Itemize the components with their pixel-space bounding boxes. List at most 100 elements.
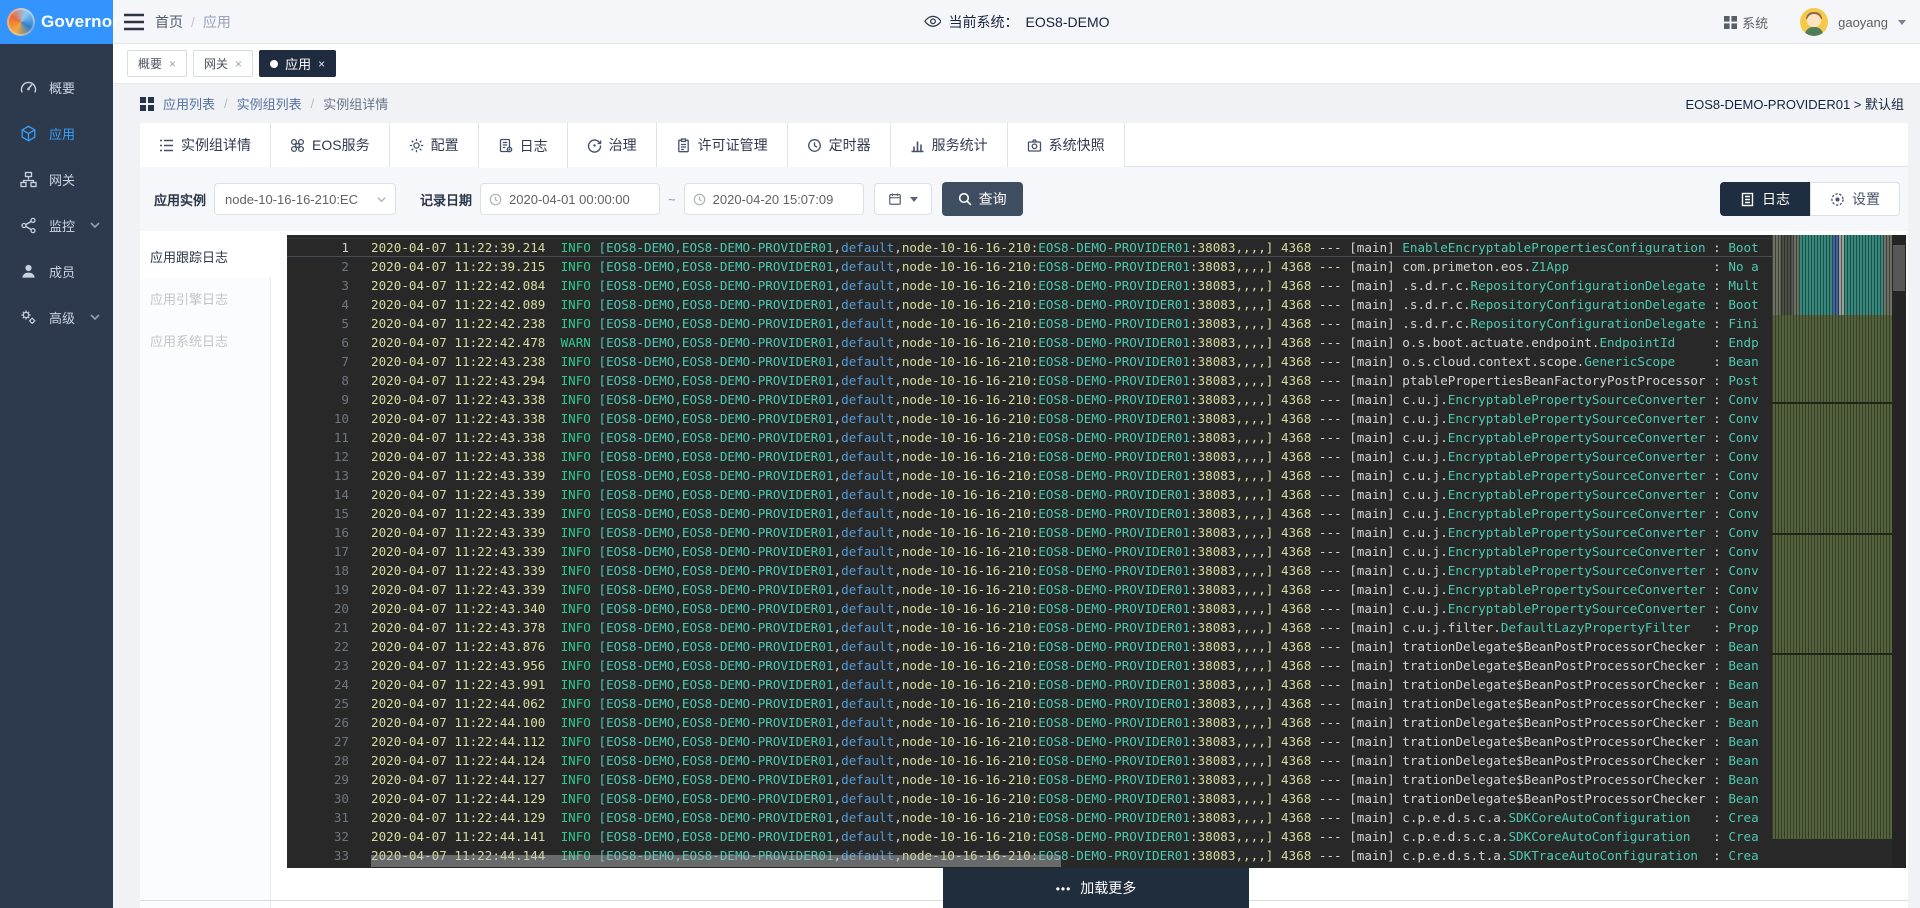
date-from-input[interactable]: 2020-04-01 00:00:00 bbox=[480, 183, 660, 215]
log-tab-应用跟踪日志[interactable]: 应用跟踪日志 bbox=[140, 235, 272, 277]
log-line: 222020-04-07 11:22:43.876 INFO [EOS8-DEM… bbox=[287, 637, 1906, 656]
view-switch: 日志 设置 bbox=[1720, 182, 1900, 216]
sidebar-item-label: 应用 bbox=[49, 124, 75, 143]
card-tab-系统快照[interactable]: 系统快照 bbox=[1008, 123, 1125, 167]
sidebar-item-网关[interactable]: 网关 bbox=[0, 156, 113, 202]
log-line: 82020-04-07 11:22:43.294 INFO [EOS8-DEMO… bbox=[287, 371, 1906, 390]
sidebar-item-成员[interactable]: 成员 bbox=[0, 248, 113, 294]
card-tab-定时器[interactable]: 定时器 bbox=[788, 123, 891, 167]
vertical-scrollbar[interactable] bbox=[1892, 235, 1906, 868]
grid-icon bbox=[1724, 16, 1737, 29]
sidebar-item-监控[interactable]: 监控 bbox=[0, 202, 113, 248]
breadcrumb-link-app-list[interactable]: 应用列表 bbox=[163, 94, 215, 113]
card-tab-服务统计[interactable]: 服务统计 bbox=[891, 123, 1008, 167]
horizontal-scrollbar-thumb[interactable] bbox=[371, 855, 1061, 867]
tag-网关[interactable]: 网关× bbox=[193, 50, 253, 77]
log-type-tabs: 应用跟踪日志应用引擎日志应用系统日志 bbox=[140, 235, 271, 908]
chevron-down-icon bbox=[89, 219, 101, 231]
sidebar: Governor 概要应用网关监控成员高级 bbox=[0, 0, 113, 908]
search-button[interactable]: 查询 bbox=[942, 182, 1023, 216]
log-line: 192020-04-07 11:22:43.339 INFO [EOS8-DEM… bbox=[287, 580, 1906, 599]
card-tab-许可证管理[interactable]: 许可证管理 bbox=[657, 123, 788, 167]
hamburger-icon[interactable] bbox=[123, 12, 145, 32]
log-line: 62020-04-07 11:22:42.478 WARN [EOS8-DEMO… bbox=[287, 333, 1906, 352]
system-menu-label: 系统 bbox=[1742, 13, 1768, 32]
log-line: 212020-04-07 11:22:43.378 INFO [EOS8-DEM… bbox=[287, 618, 1906, 637]
minimap-separator bbox=[1772, 653, 1892, 655]
tag-label: 应用 bbox=[285, 54, 311, 73]
close-icon[interactable]: × bbox=[169, 58, 176, 70]
card-tab-日志[interactable]: 日志 bbox=[479, 123, 568, 168]
log-tab-应用引擎日志[interactable]: 应用引擎日志 bbox=[140, 277, 270, 319]
date-to-input[interactable]: 2020-04-20 15:07:09 bbox=[684, 183, 864, 215]
breadcrumb-home[interactable]: 首页 bbox=[155, 12, 183, 32]
instance-select-label: 应用实例 bbox=[154, 190, 206, 209]
calendar-icon bbox=[888, 192, 902, 206]
close-icon[interactable]: × bbox=[318, 58, 325, 70]
tag-应用[interactable]: 应用 × bbox=[259, 50, 336, 77]
vertical-scrollbar-thumb[interactable] bbox=[1893, 245, 1905, 291]
card-tab-配置[interactable]: 配置 bbox=[390, 123, 479, 167]
log-line: 12020-04-07 11:22:39.214 INFO [EOS8-DEMO… bbox=[287, 238, 1906, 257]
system-menu[interactable]: 系统 bbox=[1724, 13, 1768, 32]
card-tab-label: 配置 bbox=[431, 135, 459, 155]
avatar[interactable] bbox=[1800, 8, 1828, 36]
breadcrumb-separator: / bbox=[224, 96, 228, 111]
monitor-icon bbox=[20, 217, 37, 234]
breadcrumb-link-instance-group-list[interactable]: 实例组列表 bbox=[237, 94, 302, 113]
gateway-icon bbox=[20, 171, 37, 188]
card-tab-label: EOS服务 bbox=[312, 135, 370, 155]
instance-select[interactable]: node-10-16-16-210:EC bbox=[214, 183, 396, 215]
view-button-日志[interactable]: 日志 bbox=[1720, 182, 1810, 216]
log-line: 142020-04-07 11:22:43.339 INFO [EOS8-DEM… bbox=[287, 485, 1906, 504]
clock-icon bbox=[489, 193, 502, 206]
card-tab-治理[interactable]: 治理 bbox=[568, 123, 657, 167]
card-tab-EOS服务[interactable]: EOS服务 bbox=[271, 123, 390, 167]
current-system-label: 当前系统： bbox=[948, 12, 1018, 32]
sidebar-menu: 概要应用网关监控成员高级 bbox=[0, 44, 113, 340]
chevron-down-icon bbox=[89, 311, 101, 323]
log-line: 322020-04-07 11:22:44.141 INFO [EOS8-DEM… bbox=[287, 827, 1906, 846]
card-tab-label: 定时器 bbox=[829, 135, 871, 155]
log-tab-应用系统日志[interactable]: 应用系统日志 bbox=[140, 319, 270, 361]
instance-group-context: EOS8-DEMO-PROVIDER01 > 默认组 bbox=[1685, 84, 1904, 123]
username[interactable]: gaoyang bbox=[1838, 15, 1888, 30]
apps-grid-icon[interactable] bbox=[140, 97, 154, 111]
search-icon bbox=[958, 192, 972, 206]
snapshot-icon bbox=[1027, 138, 1042, 153]
load-more-button[interactable]: ••• 加载更多 bbox=[943, 868, 1249, 908]
log-line: 152020-04-07 11:22:43.339 INFO [EOS8-DEM… bbox=[287, 504, 1906, 523]
view-button-设置[interactable]: 设置 bbox=[1810, 182, 1900, 216]
top-header: 首页 / 应用 当前系统： EOS8-DEMO 系统 gaoyang bbox=[113, 0, 1920, 44]
log-line: 232020-04-07 11:22:43.956 INFO [EOS8-DEM… bbox=[287, 656, 1906, 675]
app-cube-icon bbox=[20, 125, 37, 142]
card-tab-实例组详情[interactable]: 实例组详情 bbox=[140, 123, 271, 167]
log-line: 302020-04-07 11:22:44.129 INFO [EOS8-DEM… bbox=[287, 789, 1906, 808]
sidebar-item-概要[interactable]: 概要 bbox=[0, 64, 113, 110]
view-button-label: 设置 bbox=[1852, 189, 1880, 209]
date-to-value: 2020-04-20 15:07:09 bbox=[713, 192, 834, 207]
close-icon[interactable]: × bbox=[235, 58, 242, 70]
log-line: 262020-04-07 11:22:44.100 INFO [EOS8-DEM… bbox=[287, 713, 1906, 732]
brand-logo[interactable]: Governor bbox=[0, 0, 113, 44]
license-icon bbox=[676, 138, 691, 153]
sidebar-item-应用[interactable]: 应用 bbox=[0, 110, 113, 156]
brand-swirl-icon bbox=[7, 8, 35, 36]
view-button-label: 日志 bbox=[1762, 189, 1790, 209]
calendar-dropdown-button[interactable] bbox=[874, 183, 932, 215]
log-view-icon bbox=[1740, 192, 1755, 207]
advanced-icon bbox=[20, 309, 37, 326]
breadcrumb-separator: / bbox=[191, 14, 195, 30]
service-icon bbox=[290, 138, 305, 153]
date-range-label: 记录日期 bbox=[420, 190, 472, 209]
breadcrumb: 首页 / 应用 bbox=[155, 0, 231, 44]
sidebar-item-高级[interactable]: 高级 bbox=[0, 294, 113, 340]
tag-概要[interactable]: 概要× bbox=[127, 50, 187, 77]
govern-icon bbox=[587, 138, 602, 153]
current-system: 当前系统： EOS8-DEMO bbox=[923, 0, 1109, 44]
log-line: 242020-04-07 11:22:43.991 INFO [EOS8-DEM… bbox=[287, 675, 1906, 694]
search-button-label: 查询 bbox=[979, 189, 1007, 209]
gear-icon bbox=[409, 138, 424, 153]
user-caret-icon[interactable] bbox=[1898, 20, 1906, 29]
minimap[interactable] bbox=[1772, 235, 1892, 839]
